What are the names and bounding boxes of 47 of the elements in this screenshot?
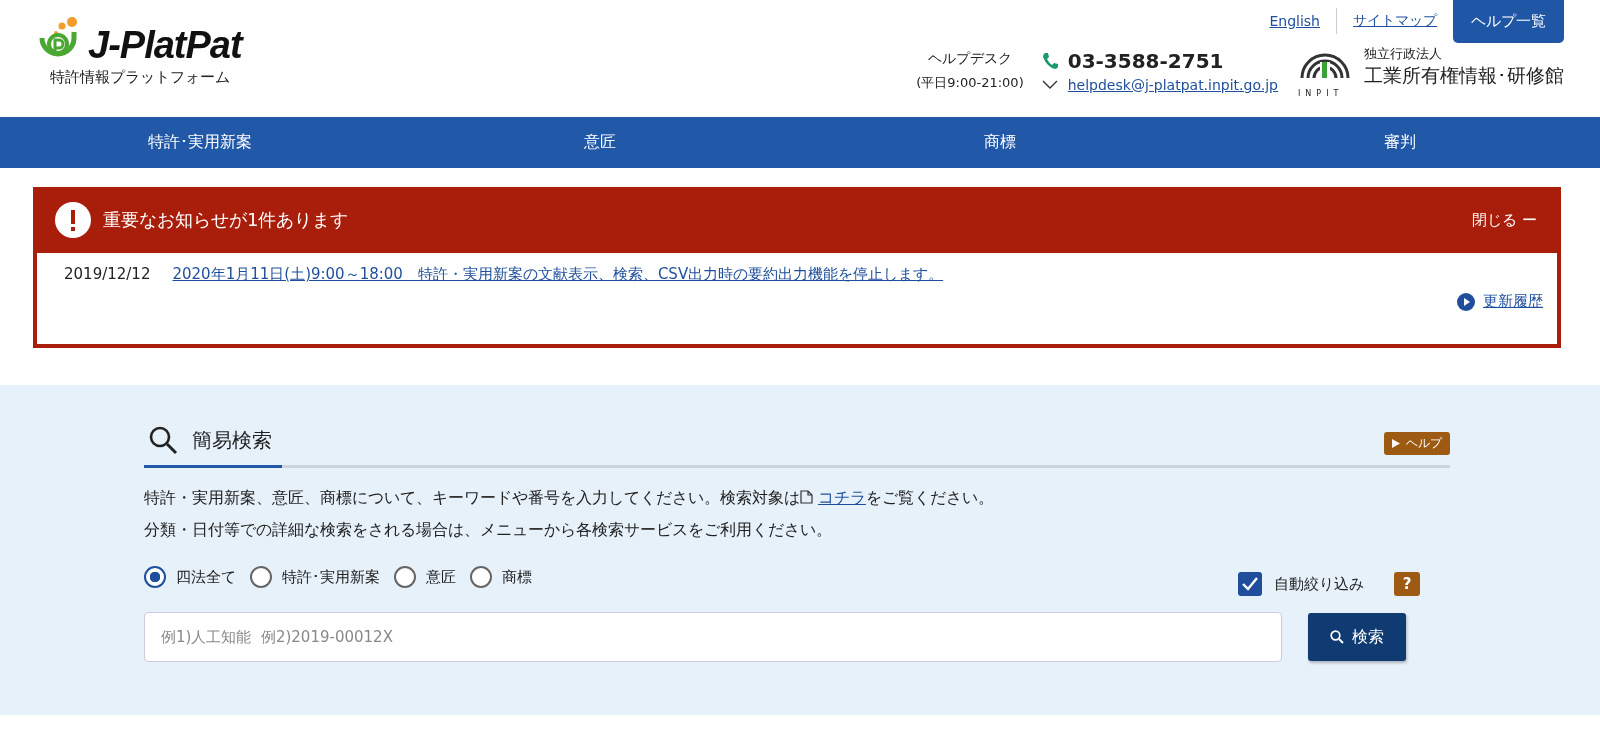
org-name: 工業所有権情報･研修館 (1364, 63, 1564, 88)
inpit-mark-text: INPIT (1298, 89, 1344, 98)
search-icon (1330, 630, 1344, 644)
logo-text: J-PlatPat (88, 26, 242, 64)
notice-title: 重要なお知らせが1件あります (103, 208, 350, 232)
description-text: 特許・実用新案、意匠、商標について、キーワードや番号を入力してください。検索対象は コチラ をご覧ください。 (144, 488, 995, 508)
play-circle-icon (1457, 292, 1475, 311)
nav-tab[interactable]: 意匠 (400, 117, 800, 168)
logo-subtitle: 特許情報プラットフォーム (50, 68, 231, 87)
search-field[interactable]: 例1)人工知能 例2)2019-00012X (144, 612, 1282, 662)
document-icon (800, 490, 813, 504)
auto-filter-checkbox[interactable]: 自動絞り込み (1238, 572, 1364, 596)
search-button[interactable]: 検索 (1308, 613, 1406, 661)
header-link[interactable]: サイトマップ (1353, 12, 1437, 30)
radio-circle[interactable] (394, 566, 416, 588)
org-type: 独立行政法人 (1364, 45, 1443, 63)
phone-number: 03-3588-2751 (1067, 49, 1224, 73)
search-title: 簡易検索 (192, 426, 272, 454)
helpdesk-hours: (平日9:00-21:00) (916, 74, 1024, 92)
radio-circle[interactable] (144, 566, 166, 588)
help-list-button[interactable]: ヘルプ一覧 (1453, 0, 1564, 43)
play-icon (1392, 438, 1400, 448)
nav-tab[interactable]: 審判 (1200, 117, 1600, 168)
notice-date: 2019/12/12 (64, 265, 151, 284)
close-button[interactable]: 閉じる ー (1466, 209, 1543, 231)
alert-icon (55, 202, 91, 238)
help-button[interactable]: ヘルプ (1384, 431, 1450, 455)
nav-tab[interactable]: 特許･実用新案 (0, 117, 400, 168)
radio-circle[interactable] (470, 566, 492, 588)
hint-button[interactable]: ? (1394, 572, 1420, 596)
law-radio[interactable]: 四法全て (144, 566, 236, 588)
law-radio[interactable]: 特許･実用新案 (250, 566, 380, 588)
helpdesk-label: ヘルプデスク (927, 50, 1012, 68)
checkbox[interactable] (1238, 572, 1262, 596)
description-text: 分類・日付等での詳細な検索をされる場合は、メニューから各検索サービスをご利用ください。 (144, 520, 833, 540)
nav-tab[interactable]: 商標 (800, 117, 1200, 168)
search-icon (148, 425, 178, 455)
phone-icon (1041, 52, 1058, 70)
header-link[interactable]: English (1269, 13, 1320, 29)
law-radio[interactable]: 商標 (470, 566, 532, 588)
chevron-down-icon (1041, 80, 1058, 90)
email-link[interactable]: helpdesk@j-platpat.inpit.go.jp (1067, 77, 1278, 93)
target-link[interactable]: コチラ (817, 489, 866, 507)
notice-link[interactable]: 2020年1月11日(土)9:00～18:00 特許・実用新案の文献表示、検索、CSV出力時の要約出力機能を停止します。 (172, 265, 944, 284)
update-history-link[interactable]: 更新履歴 (1483, 292, 1543, 311)
law-radio[interactable]: 意匠 (394, 566, 456, 588)
radio-circle[interactable] (250, 566, 272, 588)
